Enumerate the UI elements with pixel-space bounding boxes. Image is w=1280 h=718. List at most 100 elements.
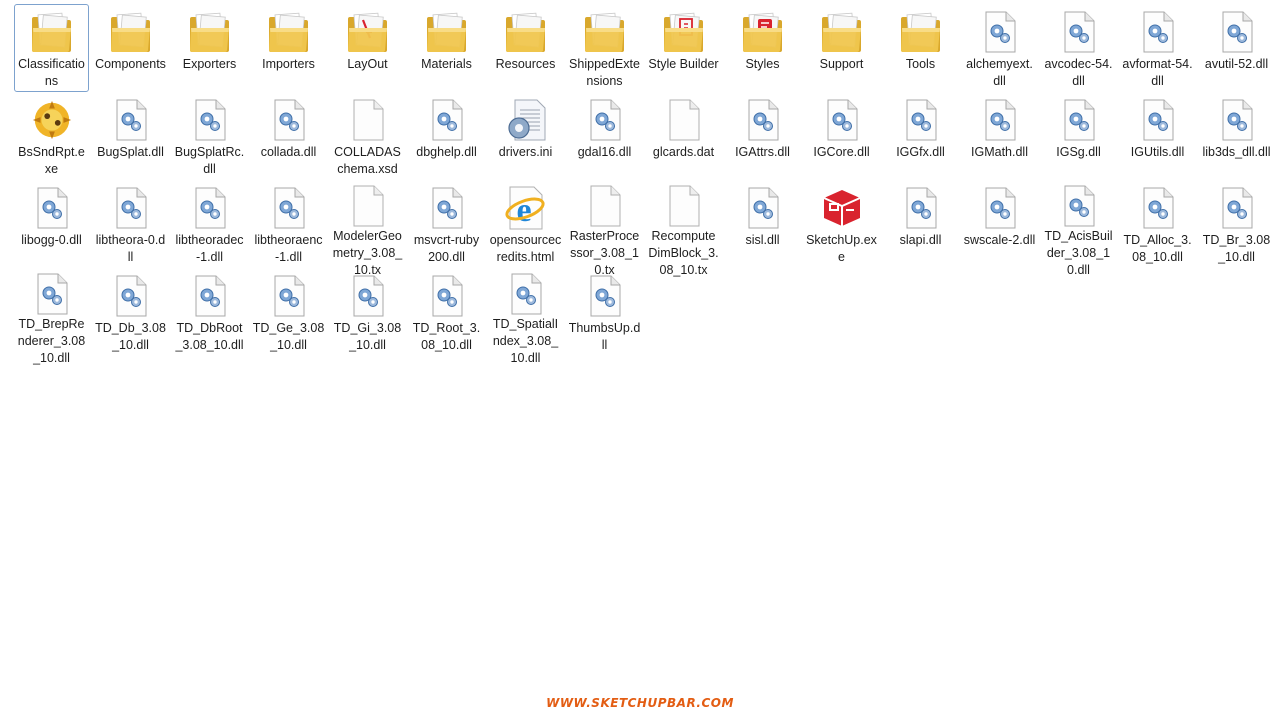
file-item[interactable]: drivers.ini — [488, 92, 563, 180]
file-item[interactable]: BugSplatRc.dll — [172, 92, 247, 180]
file-name-label: TD_DbRoot_3.08_10.dll — [175, 321, 244, 352]
file-item[interactable]: sisl.dll — [725, 180, 800, 268]
file-name-label: avformat-54.dll — [1122, 57, 1193, 88]
dll-icon — [425, 184, 469, 232]
file-item[interactable]: Tools — [883, 4, 958, 92]
file-name-label: Materials — [421, 57, 472, 71]
dll-icon — [583, 272, 627, 320]
file-name-label: TD_Ge_3.08_10.dll — [252, 321, 325, 352]
dll-icon — [1136, 184, 1180, 232]
file-name-label: opensourcecredits.html — [489, 233, 562, 264]
file-item[interactable]: Resources — [488, 4, 563, 92]
file-item[interactable]: libtheoradec-1.dll — [172, 180, 247, 268]
file-item[interactable]: TD_Gi_3.08_10.dll — [330, 268, 405, 356]
file-item[interactable]: TD_Ge_3.08_10.dll — [251, 268, 326, 356]
file-item[interactable]: gdal16.dll — [567, 92, 642, 180]
file-item[interactable]: Styles — [725, 4, 800, 92]
file-item[interactable]: TD_AcisBuilder_3.08_10.dll — [1041, 180, 1116, 277]
file-name-label: ShippedExtensions — [569, 57, 640, 88]
file-item[interactable]: BsSndRpt.exe — [14, 92, 89, 180]
file-item[interactable]: Style Builder — [646, 4, 721, 92]
file-item[interactable]: collada.dll — [251, 92, 326, 180]
file-item[interactable]: BugSplat.dll — [93, 92, 168, 180]
file-item[interactable]: IGGfx.dll — [883, 92, 958, 180]
internet-explorer-icon: e — [504, 184, 548, 232]
folder-icon — [504, 8, 548, 56]
file-name-label: IGSg.dll — [1056, 145, 1101, 159]
file-item[interactable]: IGSg.dll — [1041, 92, 1116, 180]
file-item[interactable]: TD_SpatialIndex_3.08_10.dll — [488, 268, 563, 365]
file-item[interactable]: RasterProcessor_3.08_10.tx — [567, 180, 642, 277]
file-item[interactable]: libogg-0.dll — [14, 180, 89, 268]
file-item[interactable]: avformat-54.dll — [1120, 4, 1195, 92]
file-item[interactable]: TD_BrepRenderer_3.08_10.dll — [14, 268, 89, 365]
file-item[interactable]: alchemyext.dll — [962, 4, 1037, 92]
file-item[interactable]: ThumbsUp.dll — [567, 268, 642, 356]
file-item[interactable]: avutil-52.dll — [1199, 4, 1274, 92]
file-item[interactable]: Materials — [409, 4, 484, 92]
file-name-label: Tools — [905, 57, 936, 71]
folder-icon — [188, 8, 232, 56]
file-item[interactable]: IGUtils.dll — [1120, 92, 1195, 180]
dll-icon — [1057, 8, 1101, 56]
file-item[interactable]: TD_DbRoot_3.08_10.dll — [172, 268, 247, 356]
file-item[interactable]: ShippedExtensions — [567, 4, 642, 92]
file-name-label: TD_BrepRenderer_3.08_10.dll — [17, 317, 86, 365]
file-name-label: SketchUp.exe — [806, 233, 877, 264]
file-name-label: TD_Alloc_3.08_10.dll — [1123, 233, 1192, 264]
file-item[interactable]: swscale-2.dll — [962, 180, 1037, 268]
dll-icon — [109, 184, 153, 232]
folder-stylebuilder-icon — [662, 8, 706, 56]
file-item[interactable]: libtheoraenc-1.dll — [251, 180, 326, 268]
dll-icon — [899, 184, 943, 232]
file-item[interactable]: ModelerGeometry_3.08_10.tx — [330, 180, 405, 277]
file-item[interactable]: lib3ds_dll.dll — [1199, 92, 1274, 180]
file-name-label: TD_SpatialIndex_3.08_10.dll — [492, 317, 559, 365]
file-item[interactable]: Components — [93, 4, 168, 92]
file-name-label: glcards.dat — [652, 145, 715, 159]
file-item[interactable]: dbghelp.dll — [409, 92, 484, 180]
dll-icon — [109, 272, 153, 320]
file-name-label: IGMath.dll — [971, 145, 1028, 159]
file-item[interactable]: e opensourcecredits.html — [488, 180, 563, 268]
dll-icon — [978, 184, 1022, 232]
file-item[interactable]: TD_Root_3.08_10.dll — [409, 268, 484, 356]
dll-icon — [1057, 184, 1101, 228]
file-item[interactable]: slapi.dll — [883, 180, 958, 268]
file-item[interactable]: glcards.dat — [646, 92, 721, 180]
file-name-label: dbghelp.dll — [416, 145, 477, 159]
blank-file-icon — [346, 96, 390, 144]
dll-icon — [820, 96, 864, 144]
file-item[interactable]: avcodec-54.dll — [1041, 4, 1116, 92]
file-item[interactable]: libtheora-0.dll — [93, 180, 168, 268]
file-name-label: TD_AcisBuilder_3.08_10.dll — [1044, 229, 1113, 277]
file-item[interactable]: COLLADASchema.xsd — [330, 92, 405, 180]
dll-icon — [188, 272, 232, 320]
folder-layout-icon — [346, 8, 390, 56]
file-item[interactable]: IGCore.dll — [804, 92, 879, 180]
file-item[interactable]: SketchUp.exe — [804, 180, 879, 268]
folder-icon — [425, 8, 469, 56]
folder-icon — [820, 8, 864, 56]
file-name-label: TD_Gi_3.08_10.dll — [333, 321, 402, 352]
file-name-label: slapi.dll — [899, 233, 942, 247]
file-item[interactable]: Exporters — [172, 4, 247, 92]
file-item[interactable]: Support — [804, 4, 879, 92]
file-item[interactable]: Importers — [251, 4, 326, 92]
file-item[interactable]: IGMath.dll — [962, 92, 1037, 180]
dll-icon — [1215, 184, 1259, 232]
file-item[interactable]: TD_Db_3.08_10.dll — [93, 268, 168, 356]
dll-icon — [346, 272, 390, 320]
bssndrpt-app-icon — [30, 96, 74, 144]
file-item[interactable]: Classifications — [14, 4, 89, 92]
file-item[interactable]: IGAttrs.dll — [725, 92, 800, 180]
file-item[interactable]: LayOut — [330, 4, 405, 92]
file-item[interactable]: msvcrt-ruby200.dll — [409, 180, 484, 268]
file-name-label: ThumbsUp.dll — [568, 321, 641, 352]
file-name-label: libogg-0.dll — [21, 233, 82, 247]
file-name-label: alchemyext.dll — [966, 57, 1033, 88]
dll-icon — [1215, 96, 1259, 144]
file-item[interactable]: TD_Alloc_3.08_10.dll — [1120, 180, 1195, 268]
file-item[interactable]: RecomputeDimBlock_3.08_10.tx — [646, 180, 721, 277]
file-item[interactable]: TD_Br_3.08_10.dll — [1199, 180, 1274, 268]
